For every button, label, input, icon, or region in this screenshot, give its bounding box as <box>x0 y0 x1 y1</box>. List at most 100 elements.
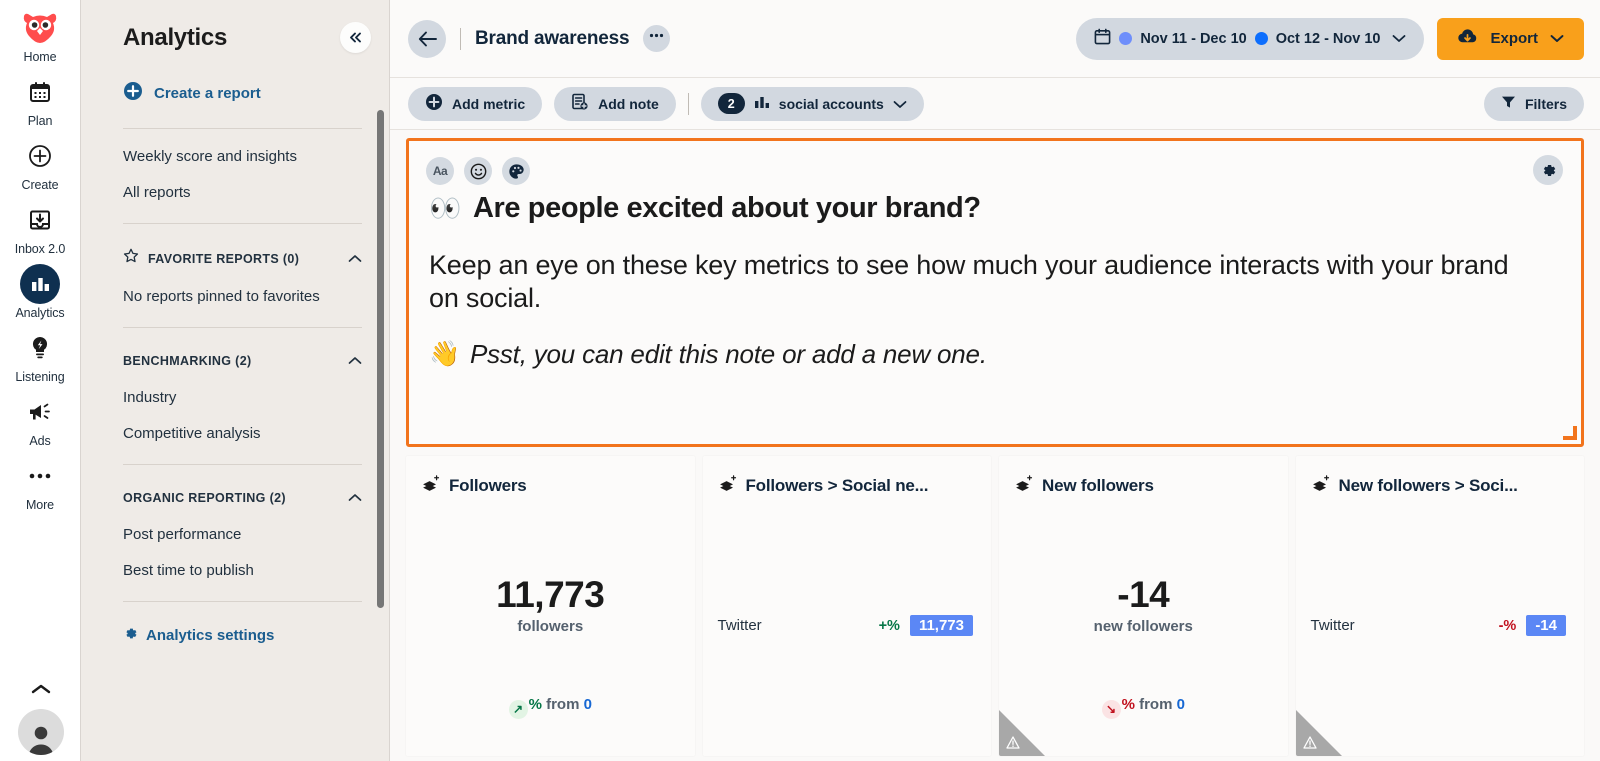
emoji-icon[interactable] <box>464 157 492 185</box>
breakdown-row: Twitter +% 11,773 <box>717 615 973 636</box>
metric-delta-pct: % <box>528 696 542 713</box>
chevron-down-icon <box>893 96 907 112</box>
note-resize-handle[interactable] <box>1563 426 1577 440</box>
rail-collapse-up-icon[interactable] <box>29 682 53 701</box>
bar-chart-icon <box>754 95 770 112</box>
date-range-picker[interactable]: Nov 11 - Dec 10 Oct 12 - Nov 10 <box>1076 17 1425 60</box>
breakdown-value: 11,773 <box>909 615 973 636</box>
chevron-down-icon <box>1392 30 1406 48</box>
add-metric-button[interactable]: Add metric <box>408 86 543 121</box>
rail-item-plan[interactable]: Plan <box>0 64 81 128</box>
warning-icon[interactable] <box>1302 736 1317 752</box>
panel-header: Analytics <box>81 0 389 53</box>
report-more-button[interactable] <box>643 25 671 52</box>
add-note-button[interactable]: Add note <box>554 86 676 121</box>
note-psst-row: 👋 Psst, you can edit this note or add a … <box>429 339 1555 370</box>
panel-link-industry[interactable]: Industry <box>123 370 362 406</box>
funnel-icon <box>1501 95 1516 112</box>
rail-item-listening[interactable]: Listening <box>0 320 81 384</box>
breakdown-network: Twitter <box>717 617 762 634</box>
rail-label-analytics: Analytics <box>15 306 65 320</box>
metric-card-title: New followers <box>1042 476 1154 495</box>
analytics-settings-label: Analytics settings <box>146 627 275 644</box>
eyes-emoji-icon: 👀 <box>429 193 461 223</box>
social-accounts-count: 2 <box>717 93 745 114</box>
panel-link-competitive-analysis[interactable]: Competitive analysis <box>123 406 362 442</box>
panel-link-post-performance[interactable]: Post performance <box>123 507 362 543</box>
rail-item-home[interactable]: Home <box>0 0 81 64</box>
filters-button[interactable]: Filters <box>1483 86 1584 121</box>
metric-delta-from-value: 0 <box>1176 696 1185 713</box>
avatar[interactable] <box>17 709 64 755</box>
panel-link-all-reports[interactable]: All reports <box>123 165 362 201</box>
metric-card-new-followers[interactable]: New followers -14 new followers ↘% from … <box>999 456 1288 756</box>
metric-card-header: Followers <box>421 474 677 498</box>
analytics-settings-link[interactable]: Analytics settings <box>123 626 362 645</box>
section-header-benchmarking[interactable]: BENCHMARKING (2) <box>123 352 362 370</box>
note-settings-gear-icon[interactable] <box>1533 155 1563 185</box>
trend-up-icon: ↗ <box>508 699 528 719</box>
metric-value: 11,773 <box>496 574 605 615</box>
rail-item-inbox[interactable]: Inbox 2.0 <box>0 192 81 256</box>
topbar-right-group: Nov 11 - Dec 10 Oct 12 - Nov 10 Export <box>1076 17 1584 60</box>
rail-label-more: More <box>25 498 55 512</box>
note-body-text: Keep an eye on these key metrics to see … <box>429 250 1509 313</box>
panel-link-best-time-to-publish[interactable]: Best time to publish <box>123 543 362 579</box>
chevron-up-icon <box>348 489 362 507</box>
metric-layers-icon <box>1311 474 1330 498</box>
plus-circle-icon <box>123 81 143 106</box>
double-chevron-left-icon[interactable] <box>340 22 371 53</box>
section-header-organic-reporting[interactable]: ORGANIC REPORTING (2) <box>123 489 362 507</box>
calendar-icon <box>1094 28 1111 50</box>
cloud-download-icon <box>1457 28 1478 49</box>
analytics-side-panel: Analytics Create a report Weekly score a… <box>81 0 390 761</box>
divider <box>123 601 362 602</box>
divider <box>123 223 362 224</box>
note-heading-row: 👀 Are people excited about your brand? <box>429 192 1555 225</box>
owl-logo-icon <box>20 8 60 48</box>
breakdown-value: -14 <box>1526 615 1566 636</box>
megaphone-icon <box>20 392 60 432</box>
rail-label-home: Home <box>23 50 57 64</box>
palette-icon[interactable] <box>502 157 530 185</box>
metric-layers-icon <box>718 474 737 498</box>
rail-item-analytics[interactable]: Analytics <box>0 256 81 320</box>
chevron-up-icon <box>348 250 362 268</box>
divider <box>123 327 362 328</box>
create-report-button[interactable]: Create a report <box>123 81 362 106</box>
rail-item-ads[interactable]: Ads <box>0 384 81 448</box>
gear-icon <box>123 626 138 645</box>
metric-delta-from-label: from <box>546 696 580 713</box>
breakdown-pct: -% <box>1498 617 1517 634</box>
metric-card-new-followers-by-network[interactable]: New followers > Soci... Twitter -% -14 <box>1295 456 1584 756</box>
section-header-favorite-reports[interactable]: FAVORITE REPORTS (0) <box>123 248 362 269</box>
export-button[interactable]: Export <box>1437 17 1584 60</box>
section-title: BENCHMARKING (2) <box>123 354 252 368</box>
metric-card-title: Followers > Social ne... <box>745 476 929 495</box>
metric-card-header: Followers > Social ne... <box>718 474 974 498</box>
rail-item-more[interactable]: More <box>0 448 81 512</box>
text-format-icon[interactable]: Aa <box>426 157 454 185</box>
metric-card-followers[interactable]: Followers 11,773 followers ↗% from 0 <box>406 456 695 756</box>
panel-link-weekly-score[interactable]: Weekly score and insights <box>123 129 362 165</box>
report-toolbar: Add metric Add note 2 social accounts Fi… <box>390 78 1600 130</box>
social-accounts-label: social accounts <box>778 95 884 112</box>
rail-item-create[interactable]: Create <box>0 128 81 192</box>
wave-emoji-icon: 👋 <box>429 339 460 368</box>
metric-layers-icon <box>1014 474 1033 498</box>
metric-card-followers-by-network[interactable]: Followers > Social ne... Twitter +% 11,7… <box>702 456 991 756</box>
metric-card-title: Followers <box>449 476 527 495</box>
calendar-icon <box>20 72 60 112</box>
report-canvas: Aa 👀 Are people excited about your brand… <box>390 130 1600 761</box>
metric-value: -14 <box>1117 574 1170 615</box>
star-icon <box>123 248 139 269</box>
rail-label-ads: Ads <box>29 434 51 448</box>
main-area: Brand awareness Nov 11 - Dec 10 Oct 12 -… <box>390 0 1600 761</box>
social-accounts-selector[interactable]: 2 social accounts <box>700 86 924 121</box>
rail-label-plan: Plan <box>27 114 53 128</box>
back-button[interactable] <box>408 19 446 58</box>
metric-unit: followers <box>517 618 584 635</box>
warning-icon[interactable] <box>1006 736 1020 752</box>
panel-scrollbar[interactable] <box>377 110 384 608</box>
note-widget[interactable]: Aa 👀 Are people excited about your brand… <box>406 138 1584 447</box>
